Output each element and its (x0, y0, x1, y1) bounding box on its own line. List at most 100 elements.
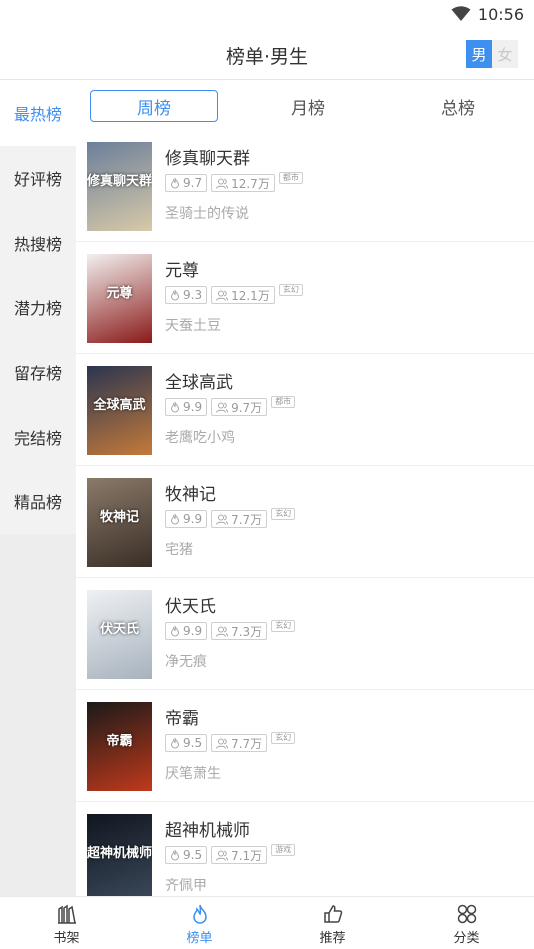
book-title[interactable]: 修真聊天群 (165, 144, 250, 169)
book-cover[interactable]: 帝霸 (87, 702, 152, 791)
book-author: 厌笔萧生 (165, 766, 221, 782)
readers-count: 7.1万 (231, 848, 263, 863)
sidebar-item-trending-search[interactable]: 热搜榜 (0, 210, 76, 275)
book-cover[interactable]: 超神机械师 (87, 814, 152, 896)
book-title[interactable]: 牧神记 (165, 480, 216, 505)
flame-icon (170, 849, 180, 861)
book-row[interactable]: 修真聊天群 修真聊天群 9.7 12.7万 都市 圣骑士的传说 (76, 130, 534, 242)
sidebar-item-best-rated[interactable]: 好评榜 (0, 146, 76, 211)
readers-count: 7.7万 (231, 512, 263, 527)
book-meta: 9.9 7.7万 玄幻 (165, 508, 296, 528)
book-cover[interactable]: 修真聊天群 (87, 142, 152, 231)
nav-recommend[interactable]: 推荐 (266, 897, 399, 949)
book-cover[interactable]: 牧神记 (87, 478, 152, 567)
book-row[interactable]: 超神机械师 超神机械师 9.5 7.1万 游戏 齐佩甲 (76, 802, 534, 896)
tab-weekly[interactable]: 周榜 (90, 90, 218, 122)
nav-recommend-label: 推荐 (319, 931, 346, 946)
score-badge: 9.9 (165, 398, 208, 416)
category-tag: 玄幻 (278, 284, 303, 296)
bottom-navigation: 书架 榜单 推荐 分类 (0, 896, 534, 949)
clock: 10:56 (477, 5, 524, 24)
category-tag: 都市 (278, 172, 303, 184)
readers-badge: 12.7万 (211, 174, 275, 192)
tab-all-time[interactable]: 总榜 (394, 90, 522, 122)
book-cover[interactable]: 元尊 (87, 254, 152, 343)
book-meta: 9.9 9.7万 都市 (165, 396, 296, 416)
category-tag: 都市 (271, 396, 296, 408)
book-title[interactable]: 伏天氏 (165, 592, 216, 617)
wifi-icon (451, 6, 471, 21)
readers-icon (216, 402, 229, 413)
book-author: 老鹰吃小鸡 (165, 430, 235, 446)
book-cover[interactable]: 伏天氏 (87, 590, 152, 679)
gender-female-button[interactable]: 女 (492, 40, 518, 68)
book-title[interactable]: 全球高武 (165, 368, 233, 393)
book-cover-title: 伏天氏 (99, 622, 139, 637)
readers-badge: 9.7万 (211, 398, 268, 416)
bookshelf-icon (57, 904, 76, 924)
readers-count: 12.7万 (231, 176, 270, 191)
readers-count: 7.7万 (231, 736, 263, 751)
ranking-sidebar: 最热榜 好评榜 热搜榜 潜力榜 留存榜 完结榜 精品榜 (0, 81, 76, 896)
flame-icon (170, 401, 180, 413)
book-cover-title: 元尊 (106, 286, 133, 301)
book-row[interactable]: 牧神记 牧神记 9.9 7.7万 玄幻 宅猪 (76, 466, 534, 578)
category-tag: 玄幻 (271, 508, 296, 520)
gender-toggle[interactable]: 男 女 (466, 40, 518, 68)
readers-badge: 7.7万 (211, 734, 268, 752)
readers-icon (216, 626, 229, 637)
nav-bookshelf[interactable]: 书架 (0, 897, 133, 949)
book-author: 天蚕土豆 (165, 318, 221, 334)
nav-bookshelf-label: 书架 (53, 931, 80, 946)
tab-monthly[interactable]: 月榜 (244, 90, 372, 122)
book-cover-title: 超神机械师 (87, 846, 152, 861)
score-value: 9.3 (183, 288, 203, 302)
readers-icon (216, 514, 229, 525)
readers-icon (216, 738, 229, 749)
book-list[interactable]: 修真聊天群 修真聊天群 9.7 12.7万 都市 圣骑士的传说 元尊 元尊 9.3 12.1万 玄幻… (76, 130, 534, 896)
score-value: 9.5 (183, 736, 203, 750)
flame-icon (170, 513, 180, 525)
app-header: 榜单·男生 男 女 (0, 30, 534, 80)
book-row[interactable]: 元尊 元尊 9.3 12.1万 玄幻 天蚕土豆 (76, 242, 534, 354)
flame-icon (192, 904, 207, 924)
book-cover[interactable]: 全球高武 (87, 366, 152, 455)
sidebar-item-retention[interactable]: 留存榜 (0, 340, 76, 405)
book-row[interactable]: 全球高武 全球高武 9.9 9.7万 都市老鹰吃小鸡 (76, 354, 534, 466)
sidebar-item-completed[interactable]: 完结榜 (0, 404, 76, 469)
score-badge: 9.5 (165, 734, 208, 752)
page-title: 榜单·男生 (225, 46, 309, 68)
sidebar-item-potential[interactable]: 潜力榜 (0, 275, 76, 340)
score-badge: 9.5 (165, 846, 208, 864)
readers-count: 12.1万 (231, 288, 270, 303)
score-value: 9.9 (183, 400, 203, 414)
readers-count: 7.3万 (231, 624, 263, 639)
book-meta: 9.3 12.1万 玄幻 (165, 284, 303, 304)
book-row[interactable]: 伏天氏 伏天氏 9.9 7.3万 玄幻 净无痕 (76, 578, 534, 690)
gender-male-button[interactable]: 男 (466, 40, 492, 68)
flame-icon (170, 737, 180, 749)
sidebar-item-premium[interactable]: 精品榜 (0, 469, 76, 534)
grid-icon (457, 904, 476, 924)
book-title[interactable]: 元尊 (165, 256, 199, 281)
nav-rankings[interactable]: 榜单 (133, 897, 266, 949)
flame-icon (170, 177, 180, 189)
score-value: 9.5 (183, 848, 203, 862)
book-row[interactable]: 帝霸 帝霸 9.5 7.7万 玄幻厌笔萧生 (76, 690, 534, 802)
thumbs-up-icon (323, 905, 342, 923)
book-cover-title: 牧神记 (99, 510, 139, 525)
score-badge: 9.3 (165, 286, 208, 304)
book-title[interactable]: 超神机械师 (165, 816, 250, 841)
score-value: 9.9 (183, 512, 203, 526)
score-value: 9.9 (183, 624, 203, 638)
category-tag: 玄幻 (271, 732, 296, 744)
book-title[interactable]: 帝霸 (165, 704, 199, 729)
readers-icon (216, 850, 229, 861)
flame-icon (170, 625, 180, 637)
status-bar: 10:56 (0, 0, 534, 30)
book-author: 净无痕 (165, 654, 207, 670)
sidebar-item-hottest[interactable]: 最热榜 (0, 81, 76, 146)
nav-categories[interactable]: 分类 (400, 897, 533, 949)
book-author: 宅猪 (165, 542, 193, 558)
flame-icon (170, 289, 180, 301)
